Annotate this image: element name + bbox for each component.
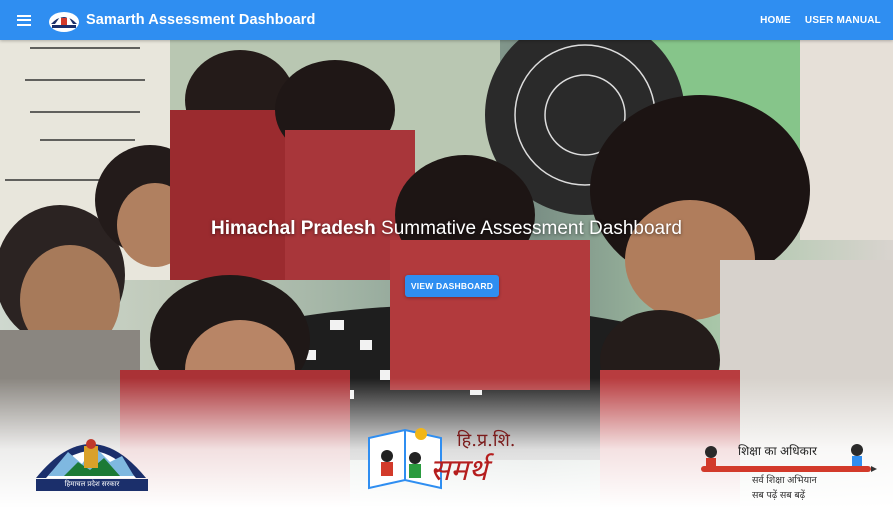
himachal-logo-icon bbox=[49, 12, 79, 32]
app-bar: Samarth Assessment Dashboard HOME USER M… bbox=[0, 0, 893, 40]
nav-user-manual-link[interactable]: USER MANUAL bbox=[805, 15, 881, 26]
view-dashboard-button[interactable]: VIEW DASHBOARD bbox=[405, 275, 499, 297]
emblem-caption: हिमाचल प्रदेश सरकार bbox=[36, 479, 148, 491]
menu-icon bbox=[17, 14, 31, 26]
rte-title: शिक्षा का अधिकार bbox=[738, 444, 817, 458]
ssa-line: सर्व शिक्षा अभियान bbox=[752, 475, 817, 486]
nav-home-link[interactable]: HOME bbox=[760, 15, 791, 26]
hero-title-bold: Himachal Pradesh bbox=[211, 218, 376, 239]
menu-button[interactable] bbox=[0, 0, 48, 40]
hero-title-rest: Summative Assessment Dashboard bbox=[375, 218, 682, 239]
top-nav: HOME USER MANUAL bbox=[760, 15, 893, 26]
ssa-tagline: सब पढ़ें सब बढ़ें bbox=[752, 490, 806, 501]
samarth-wordmark: समर्थ bbox=[430, 453, 488, 488]
hero-title: Himachal Pradesh Summative Assessment Da… bbox=[0, 218, 893, 240]
app-title: Samarth Assessment Dashboard bbox=[86, 12, 316, 28]
